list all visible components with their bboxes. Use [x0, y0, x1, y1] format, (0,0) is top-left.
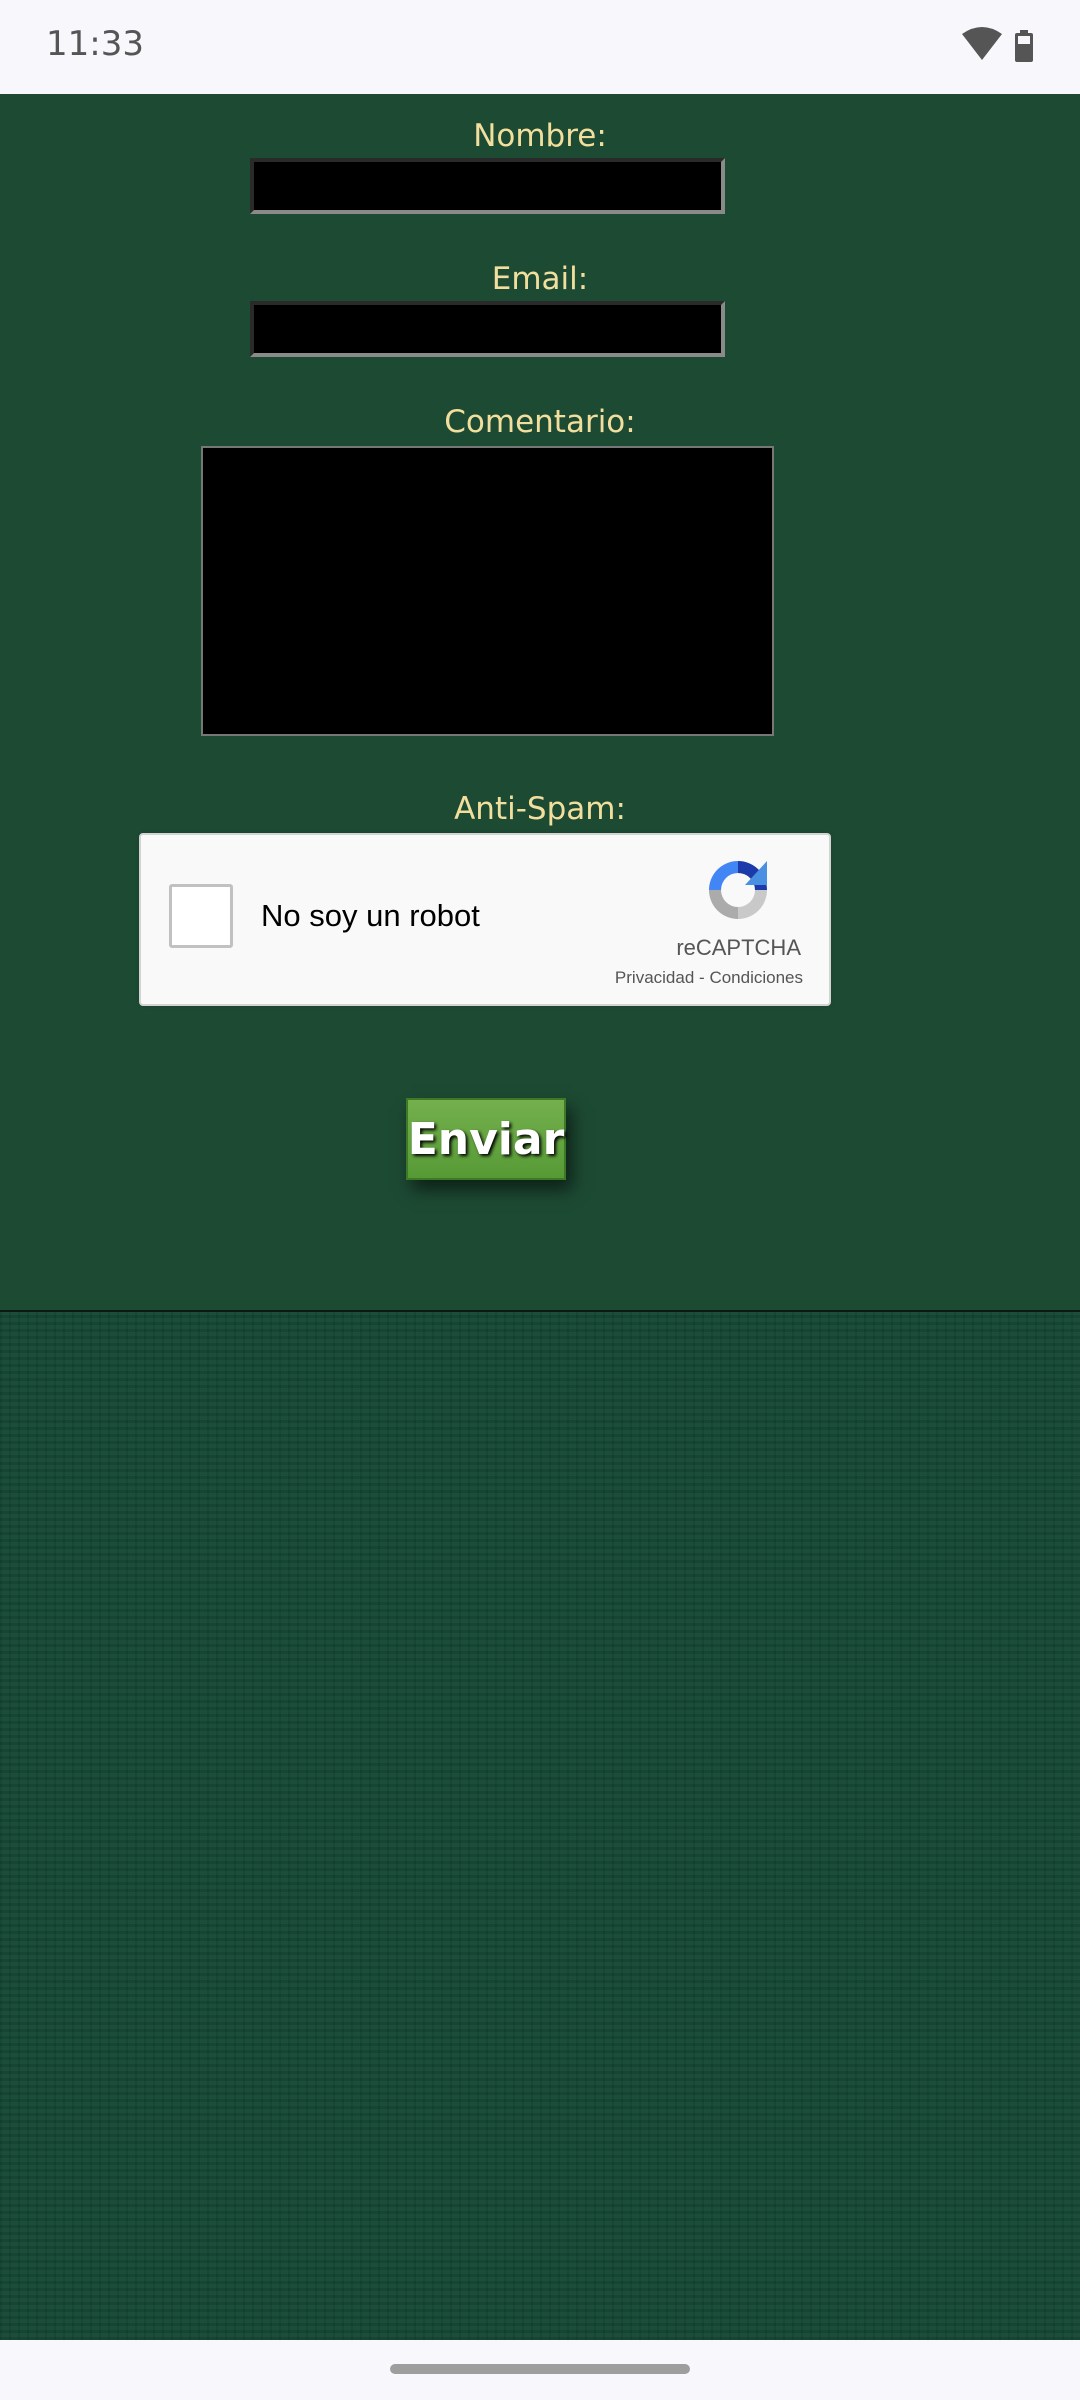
recaptcha-terms-link[interactable]: Condiciones	[709, 968, 803, 987]
recaptcha-widget: No soy un robot reCAPTCHA Privacidad - C…	[139, 833, 831, 1006]
contact-form: Nombre: Email: Comentario: Anti-Spam: No…	[0, 94, 1080, 1312]
recaptcha-label: No soy un robot	[261, 898, 480, 933]
antispam-label: Anti-Spam:	[454, 791, 626, 827]
submit-button[interactable]: Enviar	[406, 1098, 566, 1180]
page-background	[0, 1312, 1080, 2340]
recaptcha-links: Privacidad - Condiciones	[615, 968, 803, 988]
recaptcha-brand: reCAPTCHA	[676, 935, 801, 960]
wifi-icon	[962, 27, 1002, 60]
nombre-label: Nombre:	[473, 118, 607, 154]
comentario-label: Comentario:	[444, 404, 636, 440]
recaptcha-privacy-link[interactable]: Privacidad	[615, 968, 694, 987]
status-time: 11:33	[46, 24, 144, 64]
battery-icon	[1015, 30, 1033, 62]
recaptcha-logo-icon	[709, 861, 767, 919]
email-input[interactable]	[250, 301, 725, 357]
navigation-bar	[0, 2340, 1080, 2400]
nombre-input[interactable]	[250, 158, 725, 214]
email-label: Email:	[491, 261, 589, 297]
home-gesture-pill[interactable]	[390, 2364, 690, 2374]
recaptcha-separator: -	[699, 968, 705, 987]
status-bar: 11:33	[0, 0, 1080, 94]
comentario-textarea[interactable]	[201, 446, 774, 736]
recaptcha-checkbox[interactable]	[169, 884, 233, 948]
